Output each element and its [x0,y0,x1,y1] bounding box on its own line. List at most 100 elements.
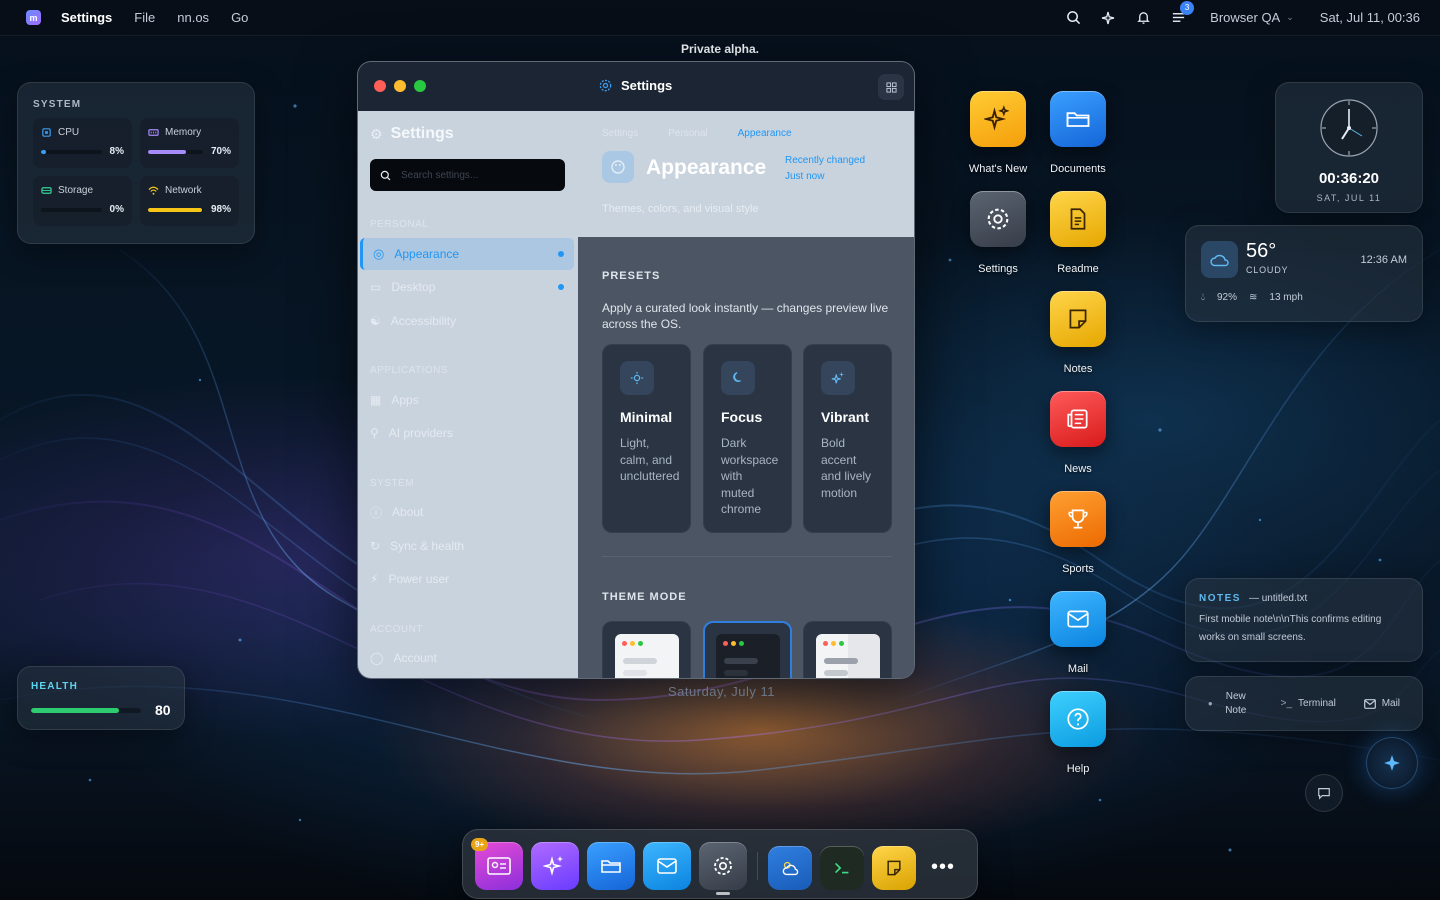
divider [602,556,892,557]
breadcrumb-personal[interactable]: Personal [668,128,707,139]
minimize-button[interactable] [394,80,406,92]
sidebar-title: Settings [390,125,454,142]
layout-grid-button[interactable] [878,74,904,100]
dock-terminal[interactable] [820,846,864,890]
sidebar-item-about[interactable]: ⓘ About [360,496,574,528]
health-value: 80 [155,702,171,718]
alpha-banner: Private alpha. [680,42,760,56]
dock-mail[interactable] [643,842,691,890]
terminal-button[interactable]: >_ Terminal [1281,698,1336,709]
preset-description: Light, calm, and uncluttered [620,436,680,483]
sidebar-item-label: Account [393,651,437,665]
sidebar-item-account[interactable]: ◯ Account [360,642,574,674]
dock-contacts[interactable]: 9+ [471,838,523,890]
desktop-icon-settings[interactable]: Settings [953,191,1043,275]
weather-stats: 💧︎ 92% ≋ 13 mph [1201,292,1303,303]
cpu-icon [42,128,51,137]
desktop-icon-news[interactable]: News [1033,391,1123,475]
menu-go[interactable]: Go [231,10,248,25]
desktop-icon-mail[interactable]: Mail [1033,591,1123,675]
preset-minimal[interactable]: Minimal Light, calm, and uncluttered [602,344,691,533]
theme-option-light[interactable] [602,621,691,678]
health-widget[interactable]: HEALTH 80 [17,666,185,730]
network-label: Network [165,185,202,196]
search-field[interactable] [370,159,565,191]
theme-option-dark[interactable] [703,621,792,678]
chat-button[interactable] [1305,774,1343,812]
desktop-icon-label: Mail [1067,663,1089,675]
theme-preview-light [615,634,679,678]
close-button[interactable] [374,80,386,92]
notes-widget[interactable]: NOTES — untitled.txt First mobile note\n… [1185,578,1423,662]
desktop-icon-sports[interactable]: Sports [1033,491,1123,575]
dock-files[interactable] [587,842,635,890]
sidebar-item-accessibility[interactable]: ☯ Accessibility [360,305,574,337]
contacts-icon [487,857,511,875]
weather-icon [782,861,799,876]
humidity-icon: 💧︎ [1201,292,1205,303]
notification-badge: 3 [1180,0,1195,15]
running-indicator [716,892,730,895]
section-account: ACCOUNT [370,624,423,635]
sidebar-item-label: Desktop [391,280,436,294]
menu-file[interactable]: File [134,10,155,25]
weather-widget[interactable]: 56° CLOUDY 12:36 AM 💧︎ 92% ≋ 13 mph [1185,225,1423,322]
assistant-button[interactable] [1366,737,1418,789]
sidebar-item-appearance[interactable]: ◎ Appearance [360,238,574,270]
user-icon: ◯ [370,651,384,665]
os-logo-icon[interactable]: m [26,10,41,25]
terminal-label: Terminal [1298,698,1336,709]
search-icon[interactable] [1063,8,1083,28]
window-titlebar[interactable]: Settings [358,62,914,111]
task-list-icon[interactable]: 3 [1168,0,1195,28]
network-bar [148,207,202,212]
breadcrumb-appearance: Appearance [737,128,792,139]
sidebar-item-ai-providers[interactable]: ⚲ AI providers [360,417,574,449]
notes-icon [1050,291,1106,347]
help-icon [1050,691,1106,747]
menubar-clock[interactable]: Sat, Jul 11, 00:36 [1320,10,1420,25]
menu-nnos[interactable]: nn.os [177,10,209,25]
gear-icon [599,79,612,92]
presets-label: PRESETS [602,270,661,282]
theme-mode-label: THEME MODE [602,591,687,603]
dock-weather[interactable] [768,846,812,890]
desktop-icon-whats-new[interactable]: What's New [953,91,1043,175]
preset-focus[interactable]: Focus Dark workspace with muted chrome [703,344,792,533]
search-input[interactable] [401,169,551,181]
maximize-button[interactable] [414,80,426,92]
dot-icon: ● [1207,699,1213,708]
bell-icon[interactable] [1133,8,1153,28]
dock-notes[interactable] [872,846,916,890]
sidebar-item-sync[interactable]: ↻ Sync & health [360,530,574,562]
desktop-icon-readme[interactable]: Readme [1033,191,1123,275]
clock-widget[interactable]: 00:36:20 SAT, JUL 11 [1275,82,1423,213]
new-note-button[interactable]: ● New Note [1208,690,1253,718]
dock-more[interactable]: ••• [920,844,966,890]
page-subtitle: Themes, colors, and visual style [602,203,759,215]
cpu-bar [41,149,46,154]
theme-option-system[interactable] [803,621,892,678]
desktop-icon-notes[interactable]: Notes [1033,291,1123,375]
profile-menu[interactable]: Browser QA ⌄ [1210,10,1294,25]
desktop-icon-documents[interactable]: Documents [1033,91,1123,175]
preset-name: Vibrant [821,409,869,425]
memory-icon [148,129,159,136]
dock-ai-assistant[interactable] [531,842,579,890]
breadcrumb-settings[interactable]: Settings [602,128,638,139]
dock-settings[interactable] [699,842,747,890]
sidebar-item-apps[interactable]: ▦ Apps [360,384,574,416]
search-icon [380,170,391,180]
menubar-app-name[interactable]: Settings [61,10,112,25]
sparkles-icon[interactable] [1098,8,1118,28]
recently-changed-label: Recently changed [785,155,866,166]
mail-button[interactable]: Mail [1363,698,1400,709]
desktop-icon-help[interactable]: Help [1033,691,1123,775]
mail-icon [657,858,677,874]
sidebar-item-power-user[interactable]: ⚡ Power user [360,563,574,595]
sidebar-item-desktop[interactable]: ▭ Desktop [360,271,574,303]
grid-icon [885,81,897,93]
content-header: Settings Personal Appearance Appearance … [578,111,914,237]
preset-vibrant[interactable]: Vibrant Bold accent and lively motion [803,344,892,533]
moon-icon [721,361,755,395]
